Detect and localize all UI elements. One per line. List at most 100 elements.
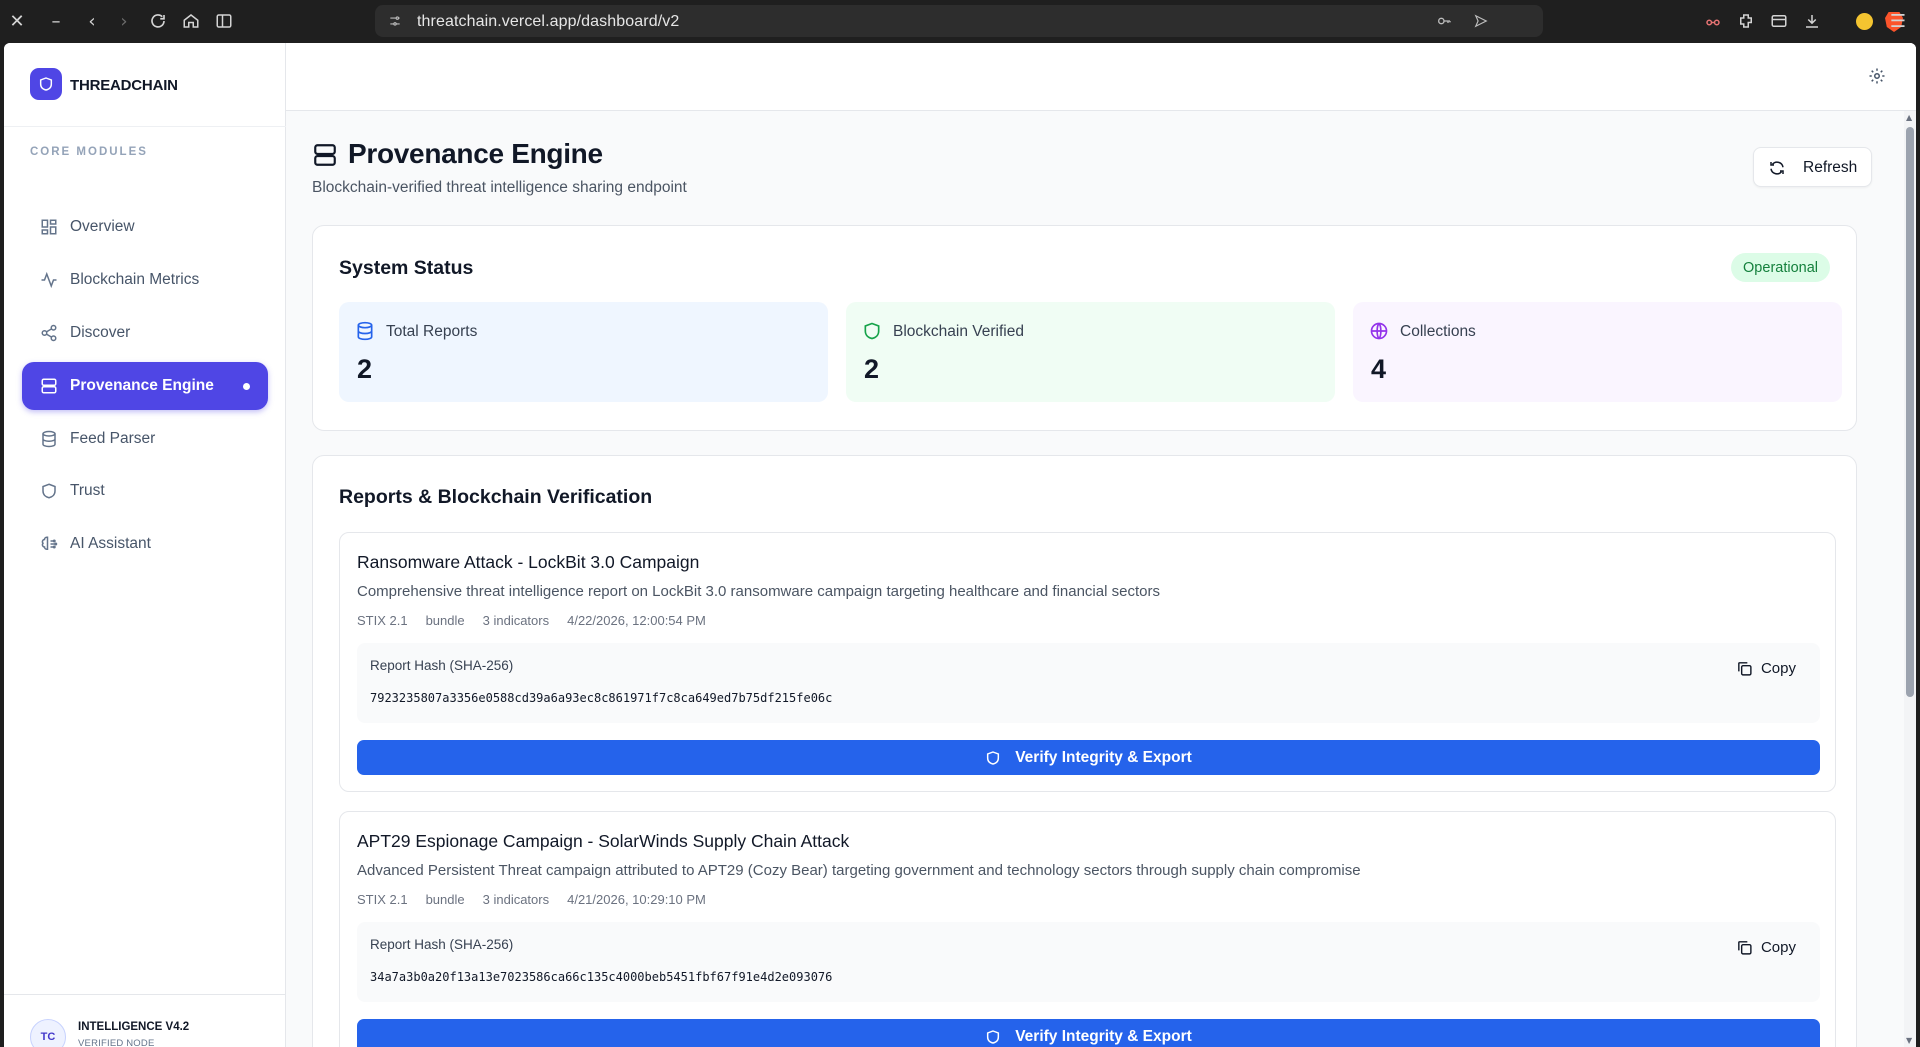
sidebar-item-discover[interactable]: Discover [22,309,268,357]
verify-label: Verify Integrity & Export [1015,748,1192,766]
stat-value: 2 [864,354,880,384]
sidebar-item-blockchain-metrics[interactable]: Blockchain Metrics [22,256,268,304]
close-tab-icon[interactable]: ✕ [4,8,30,34]
report-meta: STIX 2.1 bundle 3 indicators 4/21/2026, … [357,892,706,907]
app-window: THREADCHAIN CORE MODULES Overview Blockc… [4,43,1916,1047]
server-icon [40,377,58,395]
sidebar-item-label: Overview [70,218,135,235]
avatar[interactable]: TC [30,1019,66,1047]
status-badge: Operational [1731,253,1830,282]
stat-value: 4 [1371,354,1387,384]
brand-name: THREADCHAIN [70,77,178,94]
sidebar-item-trust[interactable]: Trust [22,467,268,515]
home-icon[interactable] [178,8,204,34]
copy-button[interactable]: Copy [1736,936,1796,958]
stat-label: Total Reports [386,323,478,340]
key-icon[interactable] [1433,11,1455,31]
reports-title: Reports & Blockchain Verification [339,486,653,508]
hash-label: Report Hash (SHA-256) [370,937,514,952]
report-indicators: 3 indicators [482,613,550,628]
back-icon[interactable]: ‹ [79,8,105,34]
wallet-icon[interactable] [1766,8,1792,34]
copy-icon [1736,939,1753,956]
hash-label: Report Hash (SHA-256) [370,658,514,673]
report-item: APT29 Espionage Campaign - SolarWinds Su… [339,811,1836,1047]
report-title: Ransomware Attack - LockBit 3.0 Campaign [357,552,700,572]
shield-icon [985,1029,1001,1045]
report-indicators: 3 indicators [482,892,550,907]
hash-value: 34a7a3b0a20f13a13e7023586ca66c135c4000be… [370,970,833,984]
copy-button[interactable]: Copy [1736,657,1796,679]
sidebar-item-provenance-engine[interactable]: Provenance Engine [22,362,268,410]
scroll-down-icon[interactable]: ▼ [1906,1036,1912,1045]
sidebar-item-label: AI Assistant [70,535,151,552]
server-icon [312,142,338,168]
active-indicator [243,383,250,390]
verify-export-button[interactable]: Verify Integrity & Export [357,740,1820,775]
sidebar-item-label: Trust [70,482,105,499]
report-item: Ransomware Attack - LockBit 3.0 Campaign… [339,532,1836,792]
database-icon [355,321,375,341]
sidebar-item-overview[interactable]: Overview [22,203,268,251]
stat-total-reports: Total Reports 2 [339,302,828,402]
section-label: CORE MODULES [30,146,148,158]
report-description: Comprehensive threat intelligence report… [357,583,1160,600]
gear-icon[interactable] [1868,67,1886,85]
report-description: Advanced Persistent Threat campaign attr… [357,862,1361,879]
extensions-icon[interactable] [1733,8,1759,34]
report-timestamp: 4/22/2026, 12:00:54 PM [567,613,706,628]
url-text: threatchain.vercel.app/dashboard/v2 [417,13,680,30]
extension-glasses-icon[interactable] [1700,8,1726,34]
minimize-icon[interactable]: – [43,8,69,34]
copy-label: Copy [1760,938,1796,956]
verify-export-button[interactable]: Verify Integrity & Export [357,1019,1820,1047]
node-status: VERIFIED NODE [78,1038,155,1047]
report-timestamp: 4/21/2026, 10:29:10 PM [567,892,706,907]
scrollbar-thumb[interactable] [1906,127,1914,697]
brain-icon [40,535,58,553]
brand[interactable]: THREADCHAIN [4,43,286,127]
sidebar-item-label: Provenance Engine [70,377,214,394]
stat-label: Blockchain Verified [893,323,1024,340]
address-bar[interactable]: threatchain.vercel.app/dashboard/v2 [375,5,1903,37]
report-type: bundle [425,892,465,907]
report-spec: STIX 2.1 [357,613,408,628]
reports-card: Reports & Blockchain Verification Ransom… [312,455,1857,1047]
stat-blockchain-verified: Blockchain Verified 2 [846,302,1335,402]
stat-label: Collections [1400,323,1476,340]
shield-icon [40,482,58,500]
hash-value: 7923235807a3356e0588cd39a6a93ec8c861971f… [370,691,833,705]
share-icon [40,324,58,342]
verify-label: Verify Integrity & Export [1015,1027,1192,1045]
node-version: INTELLIGENCE V4.2 [78,1021,190,1033]
scrollbar[interactable]: ▲ ▼ [1904,111,1916,1047]
menu-icon[interactable]: ☰ [1885,8,1911,34]
send-icon[interactable] [1470,11,1492,31]
hash-box: Report Hash (SHA-256) 34a7a3b0a20f13a13e… [357,922,1820,1002]
report-title: APT29 Espionage Campaign - SolarWinds Su… [357,831,850,851]
database-icon [40,430,58,448]
sidebar-item-label: Blockchain Metrics [70,271,200,288]
sidebar-item-feed-parser[interactable]: Feed Parser [22,415,268,463]
page-subtitle: Blockchain-verified threat intelligence … [312,179,687,196]
top-bar [286,43,1916,111]
shield-icon [985,750,1001,766]
sidebar-item-ai-assistant[interactable]: AI Assistant [22,520,268,568]
copy-label: Copy [1760,659,1796,677]
stat-value: 2 [357,354,373,384]
stat-collections: Collections 4 [1353,302,1842,402]
forward-icon[interactable]: › [111,8,137,34]
site-settings-icon[interactable] [385,11,405,31]
activity-icon [40,271,58,289]
scroll-up-icon[interactable]: ▲ [1906,113,1912,122]
sidebar-toggle-icon[interactable] [211,8,237,34]
report-type: bundle [425,613,465,628]
report-meta: STIX 2.1 bundle 3 indicators 4/22/2026, … [357,613,706,628]
profile-icon[interactable] [1851,8,1877,34]
download-icon[interactable] [1799,8,1825,34]
sidebar-item-label: Feed Parser [70,430,156,447]
refresh-button[interactable]: Refresh [1753,147,1872,187]
reload-icon[interactable] [145,8,171,34]
sidebar-item-label: Discover [70,324,131,341]
shield-icon [862,321,882,341]
